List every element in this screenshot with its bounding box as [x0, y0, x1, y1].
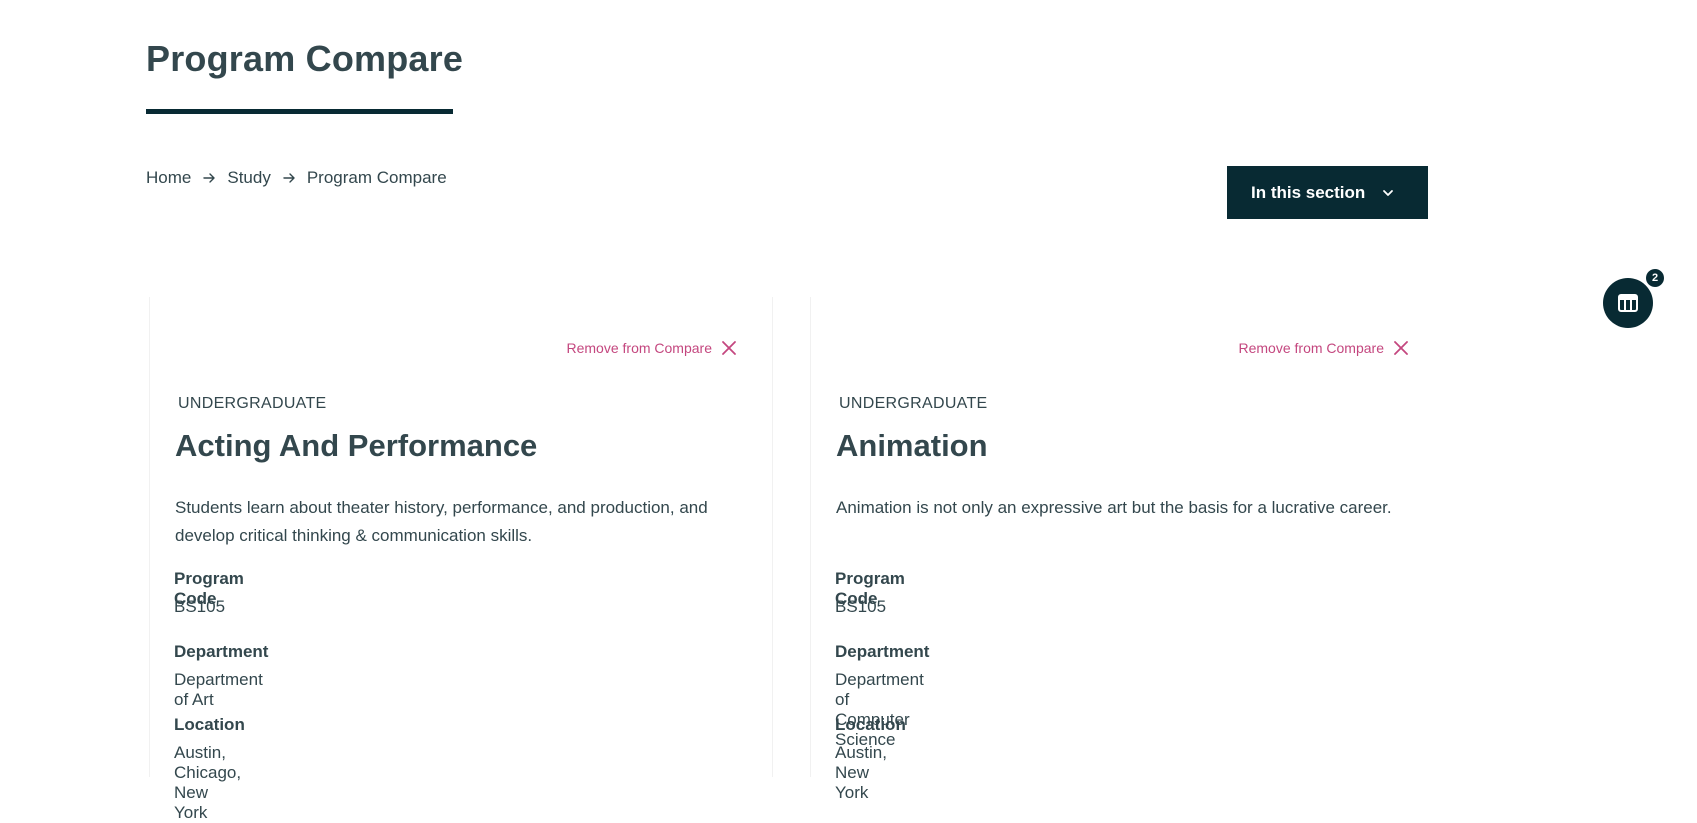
remove-label: Remove from Compare — [566, 340, 713, 356]
location-label: Location — [174, 715, 245, 734]
breadcrumb-study[interactable]: Study — [227, 168, 270, 188]
arrow-right-icon — [283, 173, 295, 183]
remove-from-compare-button[interactable]: Remove from Compare — [567, 339, 739, 357]
department-label: Department — [835, 642, 930, 661]
close-icon — [1394, 341, 1408, 355]
remove-label: Remove from Compare — [1238, 340, 1385, 356]
program-code-value: BS105 — [174, 597, 226, 616]
program-description: Animation is not only an expressive art … — [836, 498, 1392, 517]
location-label: Location — [835, 715, 906, 734]
department-label: Department — [174, 642, 269, 661]
location-value: Austin, Chicago, New York — [174, 743, 242, 822]
chevron-down-icon — [1383, 189, 1394, 196]
title-underline — [146, 109, 453, 114]
compare-count-badge: 2 — [1644, 267, 1666, 289]
page-title: Program Compare — [146, 38, 464, 79]
breadcrumb-program-compare[interactable]: Program Compare — [307, 168, 447, 188]
location-value: Austin, New York — [835, 743, 887, 802]
program-description: Students learn about theater history, pe… — [175, 498, 708, 545]
close-icon — [722, 341, 736, 355]
breadcrumb: Home Study Program Compare — [146, 168, 447, 188]
program-code-value: BS105 — [835, 597, 887, 616]
in-this-section-button[interactable]: In this section — [1227, 166, 1428, 219]
program-level: UNDERGRADUATE — [178, 395, 327, 412]
program-name: Animation — [836, 428, 988, 463]
program-name: Acting And Performance — [175, 428, 538, 463]
table-icon — [1618, 294, 1638, 312]
program-level: UNDERGRADUATE — [839, 395, 988, 412]
breadcrumb-home[interactable]: Home — [146, 168, 191, 188]
department-value: Department of Art — [174, 670, 263, 709]
in-this-section-label: In this section — [1251, 182, 1366, 202]
arrow-right-icon — [203, 173, 216, 183]
department-value: Department of Computer Science — [835, 670, 924, 749]
compare-fab-button[interactable] — [1603, 278, 1653, 328]
remove-from-compare-button[interactable]: Remove from Compare — [1239, 339, 1411, 357]
